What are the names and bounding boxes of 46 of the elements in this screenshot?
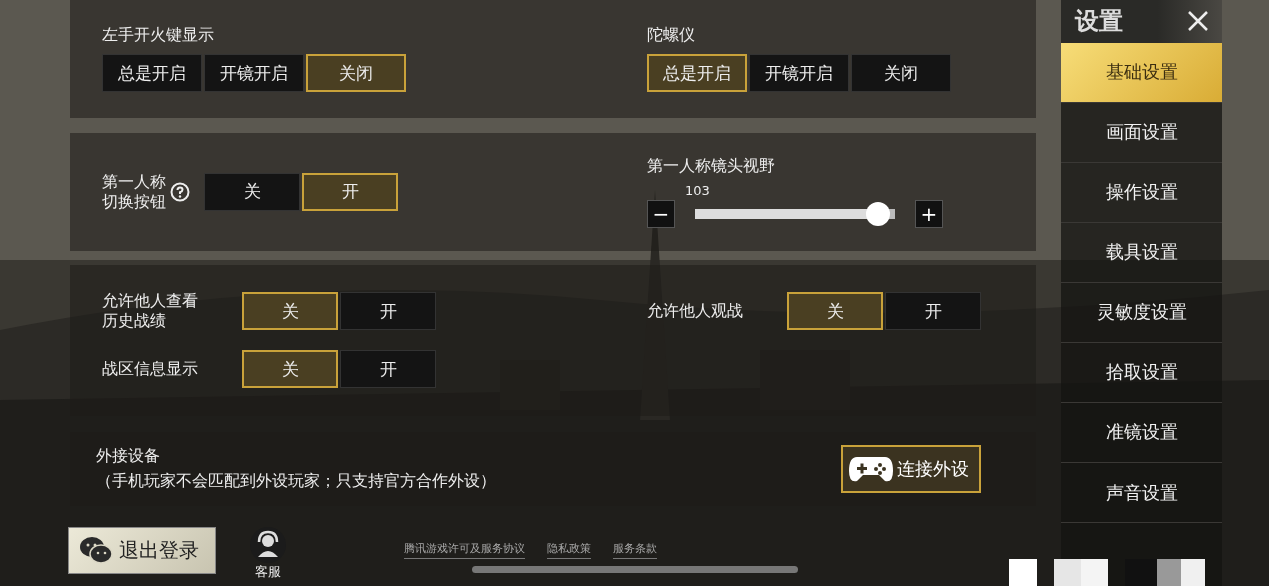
sidebar-item[interactable]: 声音设置 xyxy=(1061,463,1222,524)
sidebar-item[interactable]: 操作设置 xyxy=(1061,162,1222,223)
footer-link[interactable]: 腾讯游戏许可及服务协议 xyxy=(404,541,525,560)
toggle-option[interactable]: 关 xyxy=(242,350,338,389)
toggle-option[interactable]: 开 xyxy=(302,172,398,211)
sidebar-item[interactable]: 画面设置 xyxy=(1061,102,1222,163)
sidebar-title: 设置 xyxy=(1075,6,1123,38)
sidebar-item[interactable]: 基础设置 xyxy=(1061,42,1222,103)
redaction-block xyxy=(1054,559,1108,586)
gamepad-icon xyxy=(849,455,893,484)
setting-label: 第一人称 切换按钮 xyxy=(102,171,166,212)
sidebar-item[interactable]: 灵敏度设置 xyxy=(1061,282,1222,343)
sidebar-item[interactable]: 拾取设置 xyxy=(1061,342,1222,403)
chat-icon xyxy=(79,536,113,565)
sidebar-item[interactable]: 载具设置 xyxy=(1061,222,1222,283)
section-title: 外接设备 xyxy=(96,446,161,468)
setting-label: 战区信息显示 xyxy=(102,359,198,380)
plus-button[interactable]: + xyxy=(915,199,943,228)
toggle-option[interactable]: 开 xyxy=(340,292,436,331)
toggle-option[interactable]: 关 xyxy=(204,172,300,211)
slider-value: 103 xyxy=(685,182,710,198)
help-icon[interactable] xyxy=(170,181,190,202)
footer-link[interactable]: 隐私政策 xyxy=(547,541,591,560)
option-button[interactable]: 总是开启 xyxy=(647,54,747,93)
option-button[interactable]: 关闭 xyxy=(306,54,406,93)
option-button[interactable]: 总是开启 xyxy=(102,54,202,93)
setting-label: 允许他人查看 历史战绩 xyxy=(102,291,198,332)
toggle-option[interactable]: 开 xyxy=(885,292,981,331)
minus-button[interactable]: − xyxy=(647,199,675,228)
toggle-option[interactable]: 开 xyxy=(340,350,436,389)
setting-label: 第一人称镜头视野 xyxy=(647,155,775,177)
logout-button[interactable]: 退出登录 xyxy=(68,526,216,574)
toggle-option[interactable]: 关 xyxy=(242,292,338,331)
connect-button[interactable]: 连接外设 xyxy=(841,445,981,494)
section-note: （手机玩家不会匹配到外设玩家；只支持官方合作外设） xyxy=(96,471,496,493)
setting-label: 陀螺仪 xyxy=(647,25,696,47)
redaction-block xyxy=(1009,559,1037,586)
setting-label: 左手开火键显示 xyxy=(102,25,215,47)
footer-link[interactable]: 服务条款 xyxy=(613,541,657,560)
customer-service-button[interactable]: 客服 xyxy=(244,526,292,583)
option-button[interactable]: 关闭 xyxy=(851,54,951,93)
toggle-option[interactable]: 关 xyxy=(787,292,883,331)
option-button[interactable]: 开镜开启 xyxy=(749,54,849,93)
option-button[interactable]: 开镜开启 xyxy=(204,54,304,93)
setting-label: 允许他人观战 xyxy=(647,301,743,322)
sidebar-item[interactable]: 准镜设置 xyxy=(1061,402,1222,463)
